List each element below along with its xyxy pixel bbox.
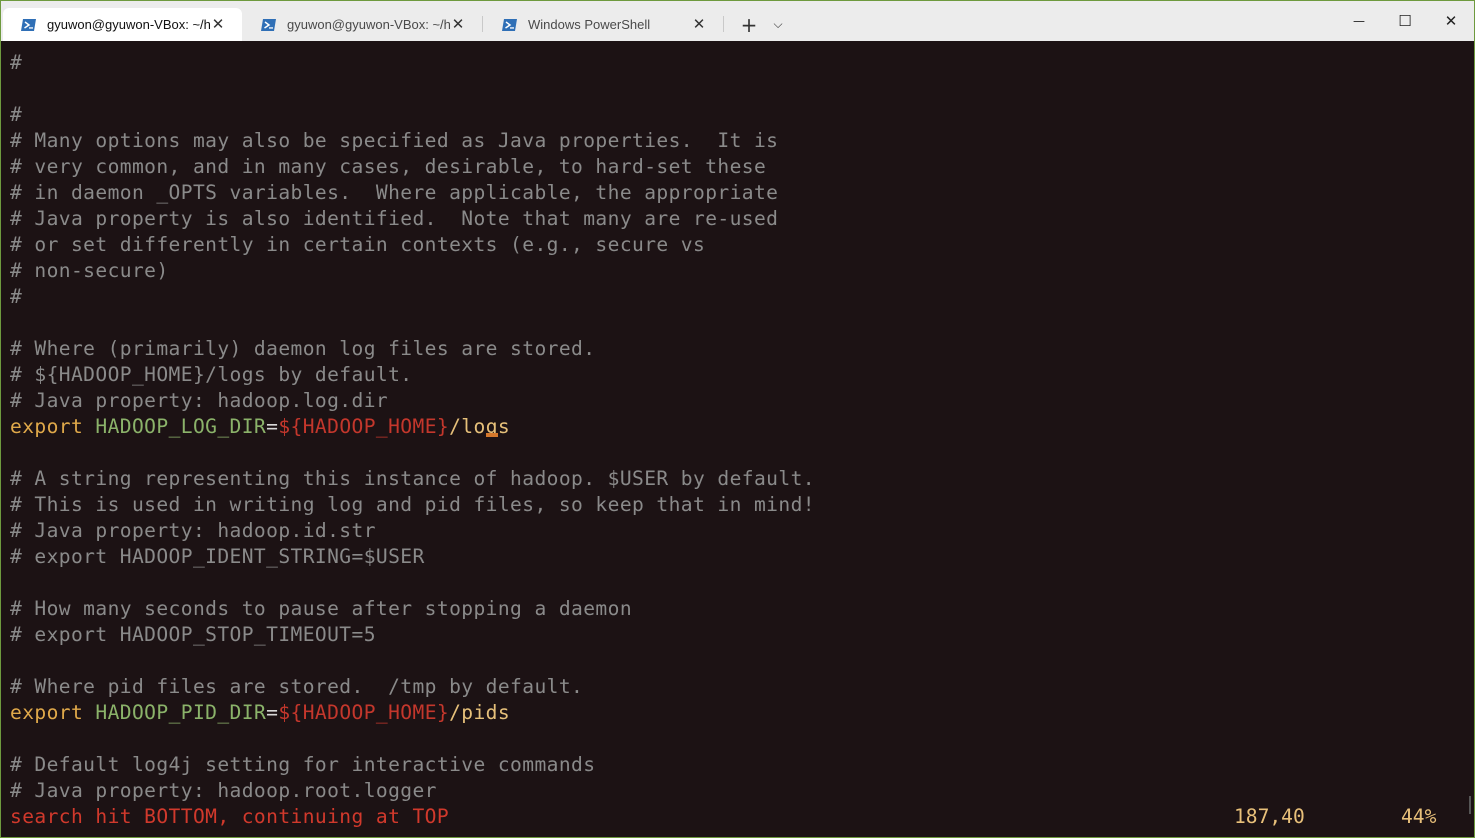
close-icon[interactable]: ✕ — [450, 16, 466, 32]
code-line: # A string representing this instance of… — [10, 467, 815, 490]
equals-sign: = — [266, 415, 279, 438]
code-line: # ${HADOOP_HOME}/logs by default. — [10, 363, 413, 386]
new-tab-button[interactable]: + — [734, 8, 764, 41]
code-line: # Java property: hadoop.log.dir — [10, 389, 389, 412]
text-cursor: g — [485, 415, 499, 438]
powershell-icon — [502, 18, 517, 31]
tab-divider — [482, 16, 483, 32]
code-line: # Where pid files are stored. /tmp by de… — [10, 675, 584, 698]
cursor-position: 187,40 — [1234, 805, 1305, 828]
code-line: # or set differently in certain contexts… — [10, 233, 706, 256]
code-line: # — [10, 285, 23, 308]
code-line: # in daemon _OPTS variables. Where appli… — [10, 181, 779, 204]
tab-divider — [723, 16, 724, 32]
scrollbar-thumb[interactable] — [1469, 796, 1471, 814]
code-line: # export HADOOP_IDENT_STRING=$USER — [10, 545, 425, 568]
code-line: # — [10, 51, 23, 74]
code-line: # How many seconds to pause after stoppi… — [10, 597, 633, 620]
tab-windows-powershell[interactable]: Windows PowerShell ✕ — [484, 8, 723, 41]
keyword: export — [10, 701, 84, 724]
close-icon[interactable]: ✕ — [210, 16, 226, 32]
variable-name: HADOOP_LOG_DIR — [95, 415, 267, 438]
tab-gyuwon-vbox-1[interactable]: gyuwon@gyuwon-VBox: ~/h ✕ — [3, 8, 242, 41]
minimize-icon: — — [1353, 14, 1365, 28]
maximize-icon: ☐ — [1398, 12, 1412, 30]
terminal-window: gyuwon@gyuwon-VBox: ~/h ✕ gyuwon@gyuwon-… — [0, 0, 1475, 838]
code-line: # Java property: hadoop.id.str — [10, 519, 376, 542]
status-message: search hit BOTTOM, continuing at TOP — [10, 805, 450, 828]
path-text: /pids — [449, 701, 511, 724]
code-line-export-pid-dir: export HADOOP_PID_DIR=${HADOOP_HOME}/pid… — [10, 700, 510, 726]
code-line: # — [10, 103, 23, 126]
powershell-icon — [21, 18, 36, 31]
variable-reference: ${HADOOP_HOME} — [278, 701, 450, 724]
path-text: /lo — [449, 415, 486, 438]
equals-sign: = — [266, 701, 279, 724]
close-window-button[interactable]: ✕ — [1428, 1, 1474, 41]
code-line: # This is used in writing log and pid fi… — [10, 493, 815, 516]
tab-label: Windows PowerShell — [528, 17, 651, 32]
path-text: s — [497, 415, 511, 438]
close-icon: ✕ — [1444, 12, 1458, 30]
code-line: # Where (primarily) daemon log files are… — [10, 337, 596, 360]
tab-gyuwon-vbox-2[interactable]: gyuwon@gyuwon-VBox: ~/ha ✕ — [243, 8, 482, 41]
maximize-button[interactable]: ☐ — [1382, 1, 1428, 41]
code-line: # Java property is also identified. Note… — [10, 207, 779, 230]
powershell-icon — [261, 18, 276, 31]
code-line-export-log-dir: export HADOOP_LOG_DIR=${HADOOP_HOME}/log… — [10, 414, 510, 440]
tab-bar: gyuwon@gyuwon-VBox: ~/h ✕ gyuwon@gyuwon-… — [1, 1, 1474, 41]
code-line: # Many options may also be specified as … — [10, 129, 779, 152]
close-icon[interactable]: ✕ — [691, 16, 707, 32]
code-line: # Java property: hadoop.root.logger — [10, 779, 437, 802]
code-line: # Default log4j setting for interactive … — [10, 753, 596, 776]
tab-label: gyuwon@gyuwon-VBox: ~/h — [47, 17, 211, 32]
chevron-down-icon[interactable]: ⌵ — [764, 8, 792, 41]
code-line: # very common, and in many cases, desira… — [10, 155, 767, 178]
code-line: # non-secure) — [10, 259, 169, 282]
tab-label: gyuwon@gyuwon-VBox: ~/ha — [287, 17, 451, 32]
variable-name: HADOOP_PID_DIR — [95, 701, 267, 724]
code-line: # export HADOOP_STOP_TIMEOUT=5 — [10, 623, 376, 646]
variable-reference: ${HADOOP_HOME} — [278, 415, 450, 438]
vim-editor[interactable]: # # # Many options may also be specified… — [1, 41, 1474, 837]
scroll-percent: 44% — [1401, 805, 1437, 828]
keyword: export — [10, 415, 84, 438]
minimize-button[interactable]: — — [1336, 1, 1382, 41]
